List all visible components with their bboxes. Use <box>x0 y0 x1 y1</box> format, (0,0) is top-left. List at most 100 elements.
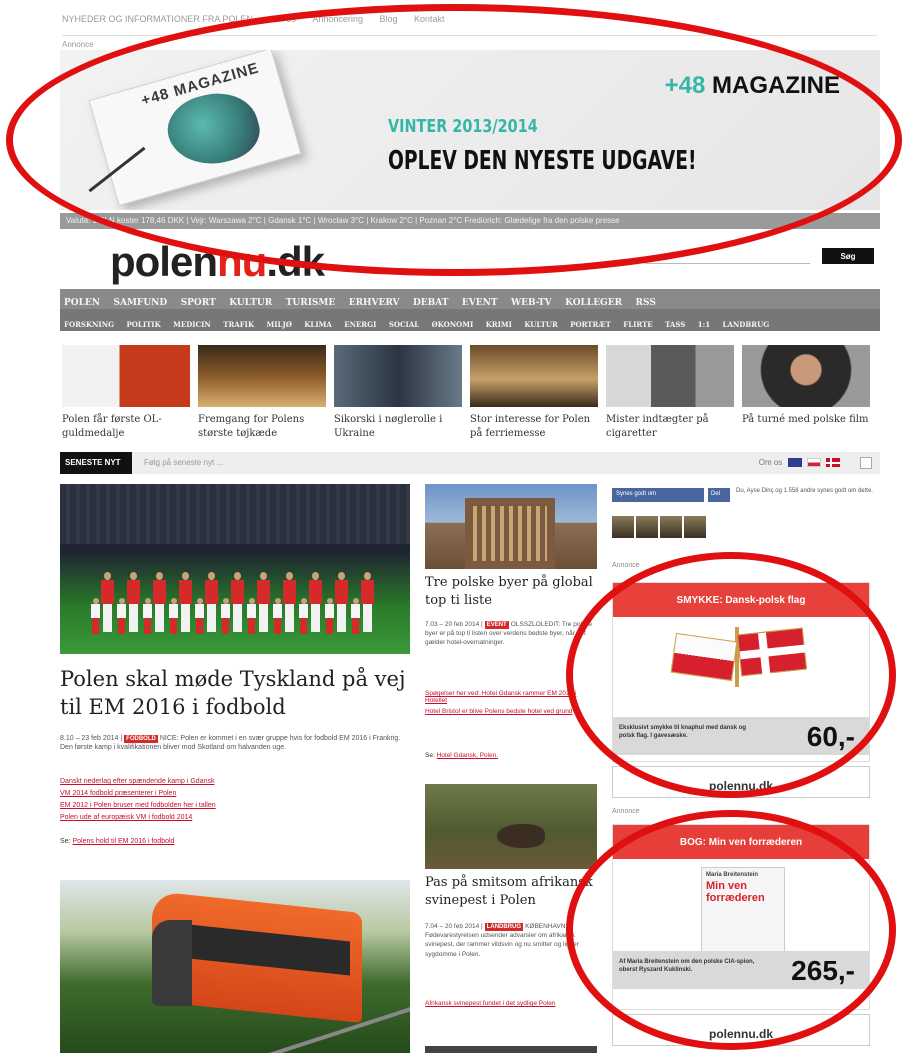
latest-news-text[interactable]: Følg på seneste nyt ... <box>144 458 223 467</box>
thumb-story[interactable]: Polen får første OL-guldmedalje <box>62 345 190 445</box>
subnav-item[interactable]: KULTUR <box>524 320 557 329</box>
related-link[interactable]: VM 2014 fodbold præsenterer i Polen <box>60 790 415 797</box>
subnav-item[interactable]: POLITIK <box>127 320 161 329</box>
hotel-building <box>465 498 555 569</box>
stadium-stand <box>60 484 410 544</box>
jewellery-price: 60,- <box>806 721 855 752</box>
nav-item-kultur[interactable]: KULTUR <box>229 298 272 308</box>
avatar[interactable] <box>636 516 658 538</box>
mascot-figure <box>246 598 257 634</box>
related-link[interactable]: EM 2012 i Polen bruser med fodbolden her… <box>60 802 415 809</box>
subnav-item[interactable]: ENERGI <box>344 320 376 329</box>
nav-item-polen[interactable]: POLEN <box>64 298 100 308</box>
language-label: Om os <box>758 458 783 467</box>
flag-denmark-icon[interactable] <box>826 458 840 468</box>
player-figure <box>126 572 141 632</box>
thumb-image-olympics <box>62 345 190 407</box>
book-ad-footer[interactable]: polennu.dk <box>612 1014 870 1046</box>
subnav-item[interactable]: 1:1 <box>698 320 710 329</box>
flag-uk-icon[interactable] <box>787 458 802 468</box>
subnav-item[interactable]: MEDICIN <box>173 320 211 329</box>
subnav-item[interactable]: TRAFIK <box>223 320 254 329</box>
subnav-item[interactable]: KRIMI <box>486 320 512 329</box>
hotel-story-title[interactable]: Tre polske byer på global top ti liste <box>425 574 605 609</box>
subnav-item[interactable]: SOCIAL <box>389 320 419 329</box>
avatar[interactable] <box>684 516 706 538</box>
book-title: Min ven forræderen <box>706 880 765 904</box>
player-figure <box>308 572 323 632</box>
lead-related-links: Danskt nederlag efter spændende kamp i G… <box>60 778 415 826</box>
topbar-link-about[interactable]: Om os <box>269 14 296 24</box>
book-price: 265,- <box>791 955 855 986</box>
topbar-link-ads[interactable]: Annoncering <box>312 14 363 24</box>
lead-story-image[interactable] <box>60 484 410 654</box>
search-button[interactable]: Søg <box>822 248 874 264</box>
see-also-link[interactable]: Polens hold til EM 2016 i fodbold <box>72 838 174 845</box>
see-also-link[interactable]: Hotel Gdansk, Polen. <box>437 752 498 759</box>
player-figure <box>230 572 245 632</box>
site-logo-main: polen <box>110 238 218 285</box>
boar-story-tag[interactable]: LANDBRUG <box>484 923 524 932</box>
topbar-link-contact[interactable]: Kontakt <box>414 14 445 24</box>
related-link[interactable]: Spøgelser her ved: Hotel Gdansk rammer E… <box>425 690 597 704</box>
facebook-like-button[interactable]: Synes godt om <box>612 488 704 502</box>
lead-story-meta: 8.10 – 23 feb 2014 | FODBOLD NICE: Polen e… <box>60 734 415 753</box>
jewellery-ad[interactable]: SMYKKE: Dansk-polsk flag Eksklusivt smyk… <box>612 582 870 762</box>
related-link[interactable]: Afrikansk svinepest fundet i det sydlige… <box>425 1000 597 1007</box>
subnav-item[interactable]: TASS <box>665 320 685 329</box>
thumb-story[interactable]: Stor interesse for Polen på ferriemesse <box>470 345 598 445</box>
nav-item-erhverv[interactable]: ERHVERV <box>349 298 400 308</box>
facebook-share-button[interactable]: Del <box>708 488 730 502</box>
related-link[interactable]: Polen ude af europæisk VM i fodbold 2014 <box>60 814 415 821</box>
site-logo[interactable]: polennu.dk <box>110 238 325 286</box>
mascot-figure <box>350 598 361 634</box>
thumb-story[interactable]: Mister indtægter på cigaretter <box>606 345 734 445</box>
search-input[interactable] <box>645 248 810 264</box>
lead-story-date: 8.10 – 23 feb 2014 | <box>60 735 123 742</box>
subnav-item[interactable]: LANDBRUG <box>723 320 770 329</box>
nav-item-samfund[interactable]: SAMFUND <box>113 298 167 308</box>
book-ad[interactable]: BOG: Min ven forræderen Maria Breitenste… <box>612 824 870 1010</box>
nav-item-event[interactable]: EVENT <box>462 298 498 308</box>
subnav-item[interactable]: PORTRÆT <box>570 320 611 329</box>
lead-story-title[interactable]: Polen skal møde Tyskland på vej til EM 2… <box>60 665 415 722</box>
nav-item-web-tv[interactable]: WEB-TV <box>511 298 552 308</box>
hotel-story-tag[interactable]: EVENT <box>484 621 509 630</box>
subnav-item[interactable]: FLIRTE <box>623 320 652 329</box>
player-figure <box>282 572 297 632</box>
train-story-image[interactable] <box>60 880 410 1053</box>
subnav-item[interactable]: KLIMA <box>304 320 331 329</box>
magazine-banner-ad[interactable]: +48 MAGAZINE +48 MAGAZINE VINTER 2013/20… <box>60 50 880 210</box>
jewellery-ad-footer[interactable]: polennu.dk <box>612 766 870 798</box>
hotel-story-image[interactable] <box>425 484 597 569</box>
nav-item-debat[interactable]: DEBAT <box>413 298 448 308</box>
nav-item-sport[interactable]: SPORT <box>181 298 216 308</box>
related-link[interactable]: Danskt nederlag efter spændende kamp i G… <box>60 778 415 785</box>
boar-story-date: 7.04 – 20 feb 2014 | <box>425 923 483 930</box>
next-story-strip <box>425 1046 597 1053</box>
nav-item-rss[interactable]: RSS <box>636 298 656 308</box>
mascot-figure <box>142 598 153 634</box>
thumb-story[interactable]: Sikorski i nøglerolle i Ukraine <box>334 345 462 445</box>
topbar-link-blog[interactable]: Blog <box>379 14 397 24</box>
close-icon[interactable] <box>860 457 872 469</box>
avatar[interactable] <box>612 516 634 538</box>
related-link[interactable]: Hotel Bristol er blive Polens bedste hot… <box>425 708 597 715</box>
jewellery-price-strip: Eksklusivt smykke til knaphul med dansk … <box>613 717 869 755</box>
subnav-item[interactable]: FORSKNING <box>64 320 114 329</box>
thumb-story[interactable]: På turné med polske film <box>742 345 870 445</box>
flag-poland-icon[interactable] <box>806 458 821 468</box>
subnav-item[interactable]: MILJØ <box>267 320 292 329</box>
thumb-image-director <box>742 345 870 407</box>
boar-story-image[interactable] <box>425 784 597 869</box>
thumb-story[interactable]: Fremgang for Polens største tøjkæde <box>198 345 326 445</box>
thumb-image-cigarettes <box>606 345 734 407</box>
player-figure <box>152 572 167 632</box>
avatar[interactable] <box>660 516 682 538</box>
subnav-item[interactable]: ØKONOMI <box>432 320 474 329</box>
nav-item-kolleger[interactable]: KOLLEGER <box>565 298 622 308</box>
boar-story-title[interactable]: Pas på smitsom afrikansk svinepest i Pol… <box>425 874 605 909</box>
nav-item-turisme[interactable]: TURISME <box>286 298 336 308</box>
book-author: Maria Breitenstein <box>706 872 759 878</box>
lead-story-tag[interactable]: FODBOLD <box>124 735 158 744</box>
